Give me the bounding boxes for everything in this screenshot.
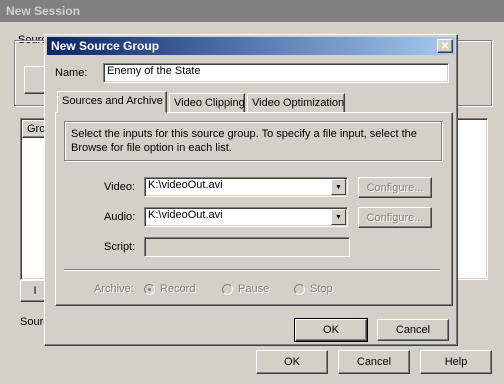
radio-pause-label: Pause [238, 283, 270, 295]
instructions-text: Select the inputs for this source group.… [71, 128, 417, 154]
dialog-cancel-button[interactable]: Cancel [377, 319, 449, 341]
dialog-title: New Source Group [51, 39, 160, 53]
audio-select-value: K:\videoOut.avi [148, 209, 223, 221]
video-select-value: K:\videoOut.avi [148, 179, 223, 191]
audio-select[interactable]: K:\videoOut.avi ▼ [144, 207, 348, 227]
separator [64, 269, 440, 271]
audio-label: Audio: [104, 211, 136, 223]
radio-record-label: Record [160, 283, 196, 295]
name-input[interactable]: Enemy of the State [103, 63, 449, 83]
script-label: Script: [104, 241, 136, 253]
tab-video-clipping[interactable]: Video Clipping [169, 93, 245, 113]
outer-cancel-button[interactable]: Cancel [338, 350, 410, 374]
outer-window-title: New Session [6, 4, 81, 18]
archive-label: Archive: [94, 283, 134, 295]
video-label: Video: [104, 181, 135, 193]
radio-pause[interactable] [222, 284, 233, 295]
instructions-box: Select the inputs for this source group.… [64, 121, 442, 161]
close-button[interactable]: ✕ [437, 39, 453, 53]
radio-stop[interactable] [294, 284, 305, 295]
script-input[interactable] [144, 237, 350, 257]
close-icon: ✕ [440, 40, 450, 52]
outer-help-button[interactable]: Help [420, 350, 492, 374]
chevron-down-icon[interactable]: ▼ [331, 179, 346, 195]
outer-ok-button[interactable]: OK [256, 350, 328, 374]
dialog-titlebar[interactable]: New Source Group ✕ [47, 37, 455, 55]
radio-record[interactable] [144, 284, 155, 295]
video-select[interactable]: K:\videoOut.avi ▼ [144, 177, 348, 197]
name-label: Name: [55, 67, 88, 79]
outer-titlebar[interactable]: New Session [0, 0, 504, 22]
tab-panel: Select the inputs for this source group.… [55, 112, 453, 306]
tab-sources-and-archive[interactable]: Sources and Archive [57, 91, 167, 113]
dialog-ok-button[interactable]: OK [294, 318, 368, 342]
audio-configure-button[interactable]: Configure... [358, 207, 432, 228]
source-group-dialog: New Source Group ✕ Name: Enemy of the St… [44, 34, 458, 346]
chevron-down-icon[interactable]: ▼ [331, 209, 346, 225]
tab-video-optimization[interactable]: Video Optimization [247, 93, 345, 113]
radio-stop-label: Stop [310, 283, 333, 295]
video-configure-button[interactable]: Configure... [358, 177, 432, 198]
